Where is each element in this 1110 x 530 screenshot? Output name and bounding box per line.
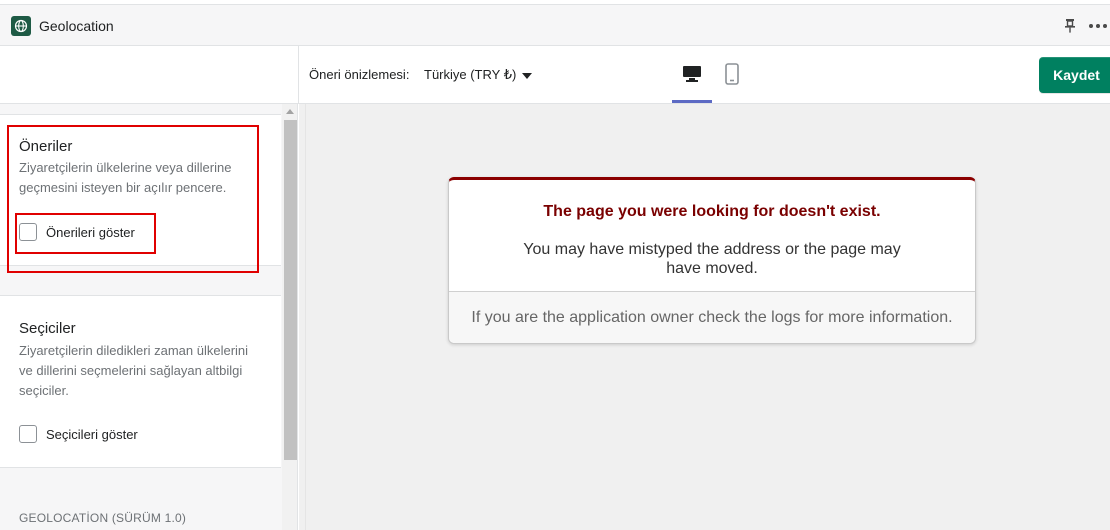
error-footer-text: If you are the application owner check t… [471, 309, 953, 326]
title-bar: Geolocation [0, 4, 1110, 46]
section-description-selectors: Ziyaretçilerin diledikleri zaman ülkeler… [19, 343, 249, 398]
more-options-icon[interactable] [1088, 17, 1108, 35]
desktop-icon [683, 66, 701, 82]
show-selectors-checkbox-row[interactable]: Seçicileri göster [19, 425, 138, 443]
error-divider [449, 291, 975, 292]
toolbar-divider [298, 46, 299, 104]
sidebar-scrollbar-thumb[interactable] [284, 120, 297, 460]
scroll-up-arrow-icon[interactable] [286, 109, 294, 114]
error-dialog: The page you were looking for doesn't ex… [448, 177, 976, 344]
show-selectors-checkbox[interactable] [19, 425, 37, 443]
annotation-highlight-checkbox [15, 213, 156, 254]
preview-label: Öneri önizlemesi: [309, 67, 410, 82]
caret-down-icon [522, 72, 533, 79]
section-title-selectors: Seçiciler [19, 320, 76, 337]
mobile-preview-button[interactable] [712, 56, 752, 92]
toolbar: Öneri önizlemesi: Türkiye (TRY ₺) Kaydet [0, 46, 1110, 104]
pin-icon[interactable] [1062, 17, 1078, 35]
storefront-preview: The page you were looking for doesn't ex… [299, 104, 1110, 530]
active-device-indicator [672, 100, 712, 103]
globe-icon [11, 16, 31, 36]
preview-country-value: Türkiye (TRY ₺) [424, 67, 517, 82]
app-version-label: GEOLOCATİON (SÜRÜM 1.0) [19, 511, 187, 525]
settings-sidebar: Öneriler Ziyaretçilerin ülkelerine veya … [0, 104, 298, 530]
show-selectors-label[interactable]: Seçicileri göster [46, 427, 138, 442]
error-title: The page you were looking for doesn't ex… [543, 203, 881, 220]
save-button[interactable]: Kaydet [1039, 57, 1110, 93]
mobile-icon [725, 63, 739, 85]
preview-edge [305, 104, 306, 530]
selectors-card: Seçiciler Ziyaretçilerin diledikleri zam… [0, 295, 281, 468]
app-title: Geolocation [39, 18, 114, 34]
desktop-preview-button[interactable] [672, 56, 712, 92]
preview-country-select[interactable]: Türkiye (TRY ₺) [424, 67, 533, 83]
error-message: You may have mistyped the address or the… [523, 241, 901, 277]
